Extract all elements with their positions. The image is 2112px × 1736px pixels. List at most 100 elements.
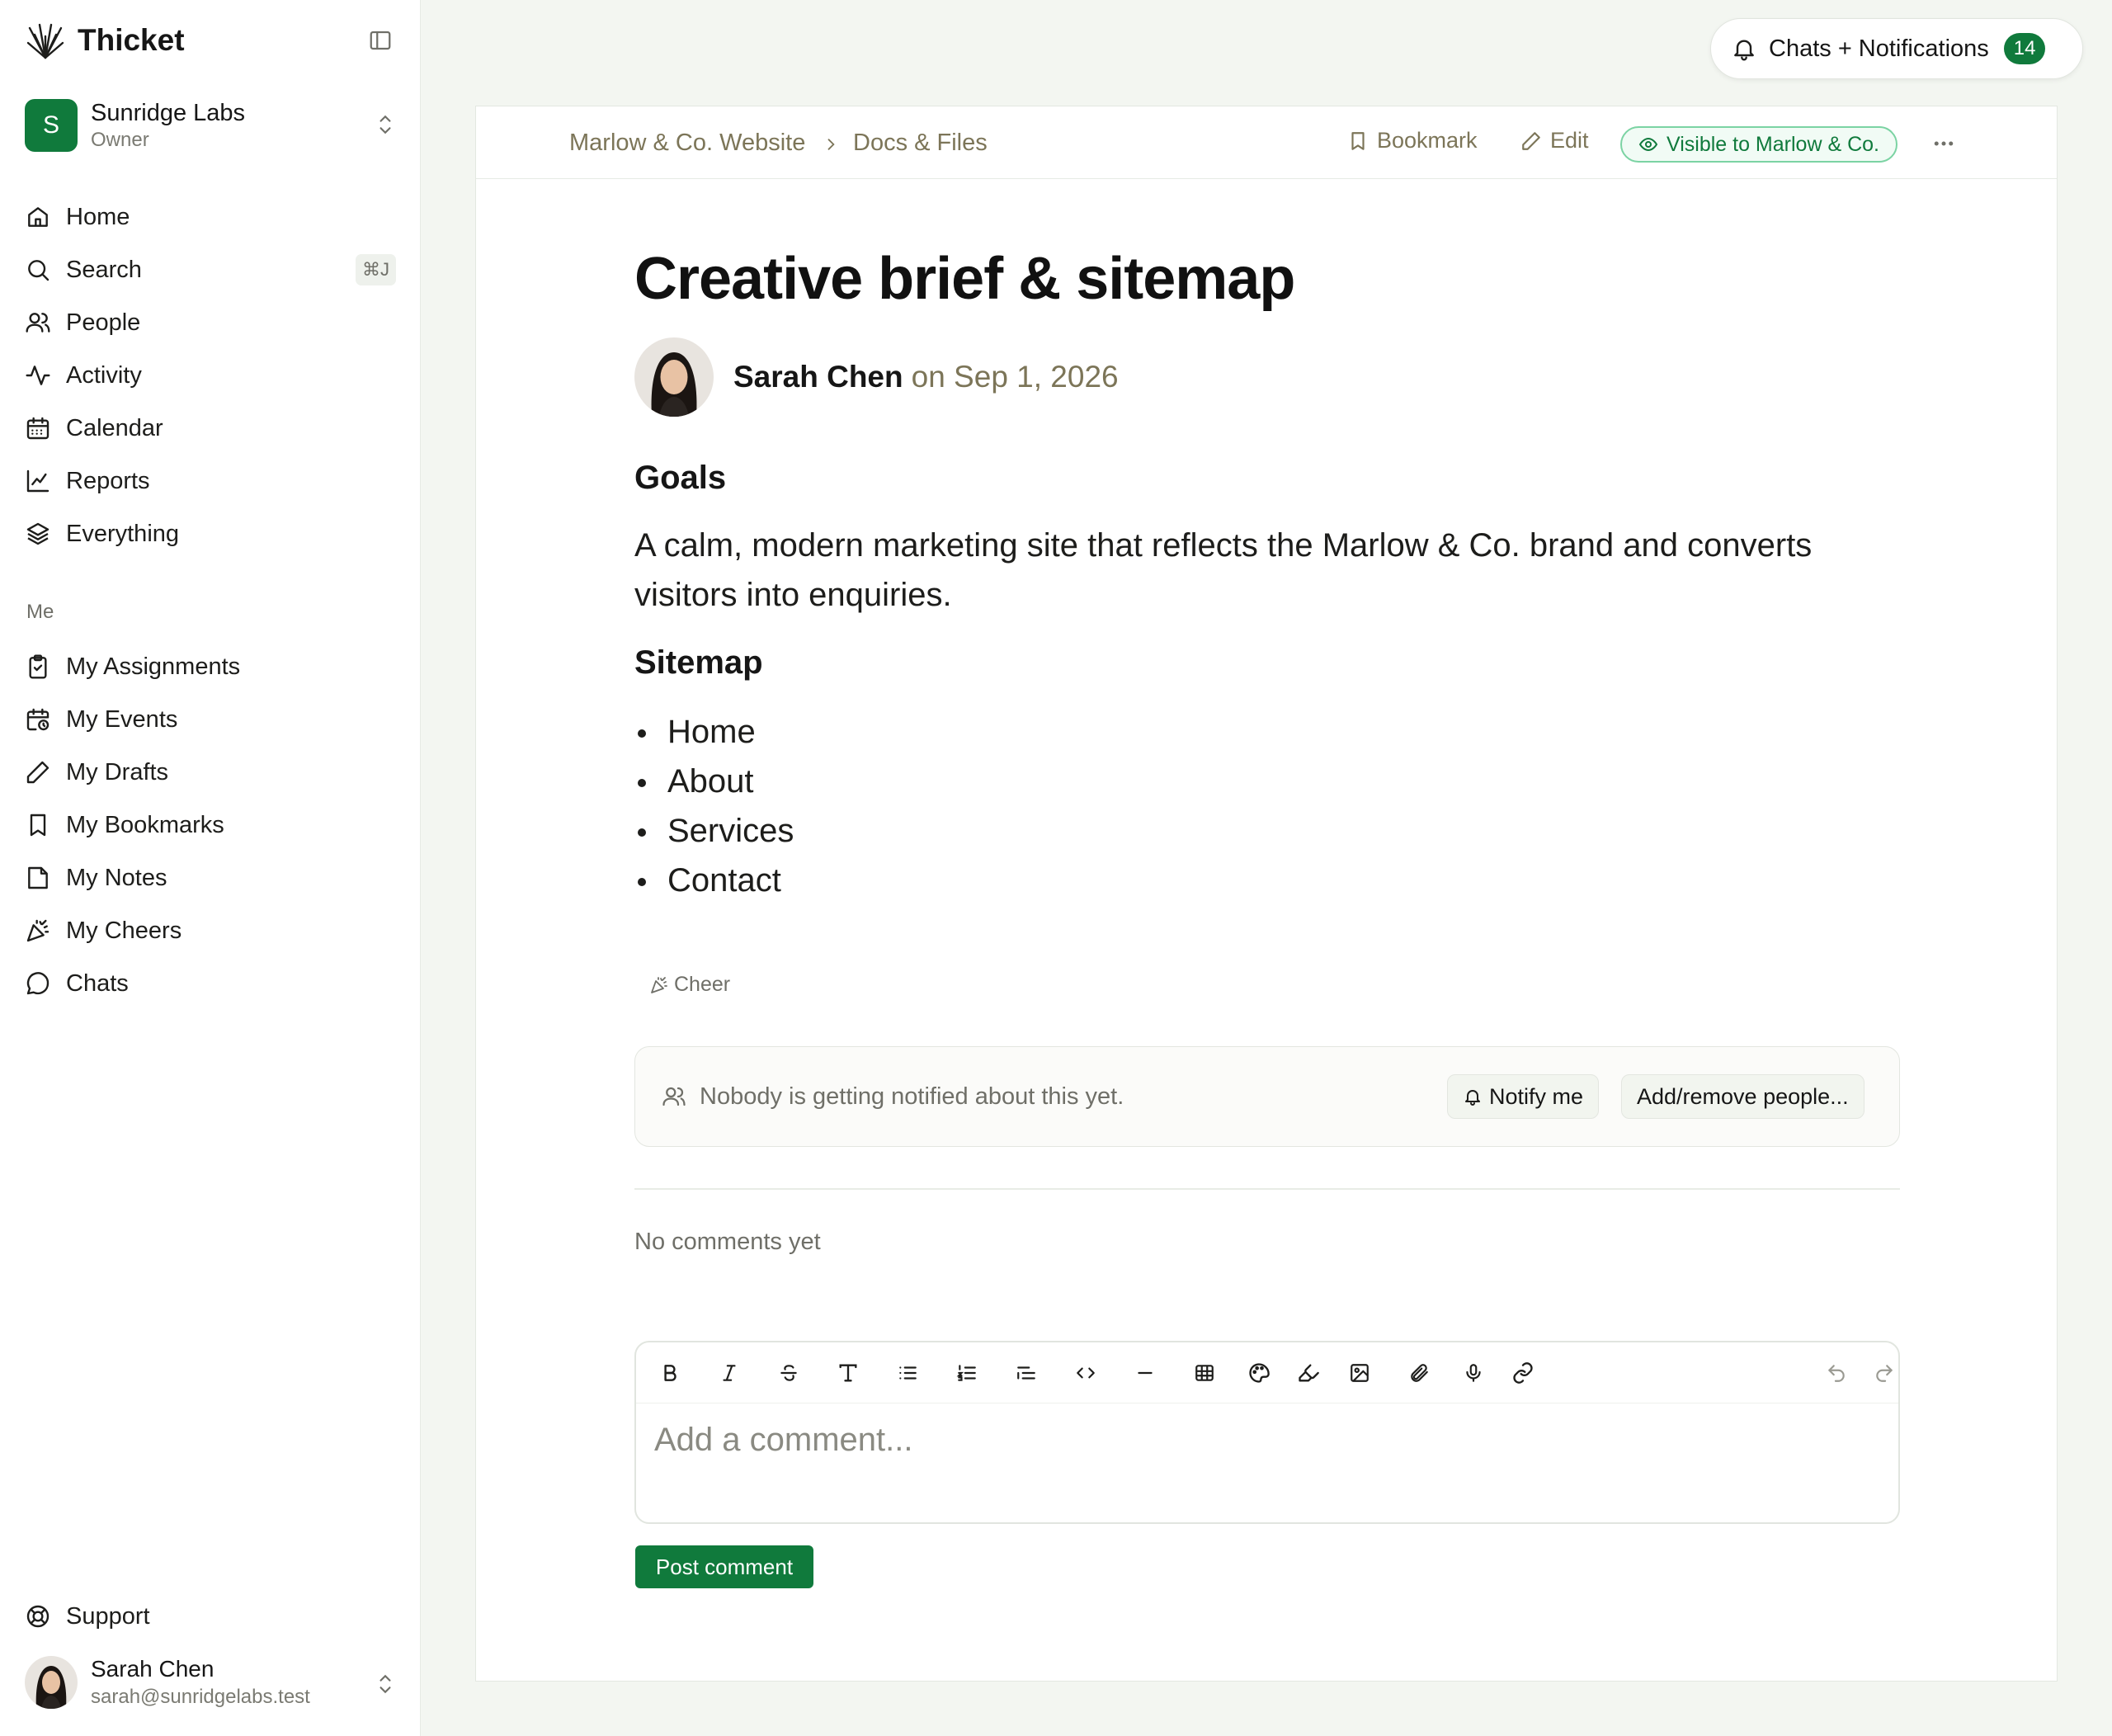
search-shortcut: ⌘J — [356, 254, 396, 285]
edit-button[interactable]: Edit — [1520, 128, 1589, 153]
palette-icon[interactable] — [1243, 1357, 1275, 1389]
sidebar-item-label: Activity — [66, 361, 142, 389]
sidebar-item-label: People — [66, 309, 141, 336]
undo-icon[interactable] — [1821, 1357, 1852, 1389]
goals-paragraph: A calm, modern marketing site that refle… — [634, 527, 1813, 613]
breadcrumb-section[interactable]: Docs & Files — [853, 130, 988, 157]
chats-notifications-button[interactable]: Chats + Notifications 14 — [1710, 18, 2083, 79]
party-popper-icon — [25, 918, 51, 944]
indent-list-icon[interactable] — [1011, 1357, 1042, 1389]
sidebar-item-label: My Assignments — [66, 653, 241, 680]
microphone-icon[interactable] — [1458, 1357, 1489, 1389]
cheer-button[interactable]: Cheer — [649, 973, 730, 997]
sidebar-item-my-assignments[interactable]: My Assignments — [25, 643, 396, 691]
chart-line-icon — [25, 468, 51, 494]
sidebar-toggle-icon[interactable] — [368, 28, 396, 56]
post-comment-button[interactable]: Post comment — [635, 1545, 813, 1588]
sidebar-item-search[interactable]: Search ⌘J — [25, 246, 396, 294]
bell-icon — [1463, 1087, 1483, 1106]
visibility-label: Visible to Marlow & Co. — [1666, 132, 1879, 156]
document-card: Marlow & Co. Website Docs & Files Bookma… — [475, 106, 2058, 1682]
notify-me-label: Notify me — [1489, 1083, 1584, 1109]
table-icon[interactable] — [1189, 1357, 1220, 1389]
sidebar-item-reports[interactable]: Reports — [25, 457, 396, 505]
sidebar-item-label: Reports — [66, 467, 150, 494]
comment-editor: Add a comment... — [634, 1341, 1900, 1524]
user-avatar — [25, 1656, 78, 1709]
image-icon[interactable] — [1344, 1357, 1375, 1389]
breadcrumb-project[interactable]: Marlow & Co. Website — [569, 130, 805, 157]
text-heading-icon[interactable] — [832, 1357, 864, 1389]
bookmark-label: Bookmark — [1377, 128, 1478, 153]
bell-icon — [1731, 35, 1757, 62]
workspace-switcher[interactable]: S Sunridge Labs Owner — [25, 92, 396, 158]
edit-label: Edit — [1550, 128, 1589, 153]
strikethrough-icon[interactable] — [773, 1357, 804, 1389]
brand[interactable]: Thicket — [25, 20, 185, 61]
subscribers-message: Nobody is getting notified about this ye… — [700, 1083, 1124, 1110]
document-title: Creative brief & sitemap — [634, 246, 1295, 312]
notifications-count-badge: 14 — [2003, 33, 2046, 64]
sidebar-item-my-drafts[interactable]: My Drafts — [25, 748, 396, 796]
notifications-label: Chats + Notifications — [1769, 35, 1989, 62]
redo-icon[interactable] — [1869, 1357, 1900, 1389]
chat-bubble-icon — [25, 970, 51, 997]
sidebar-item-label: Calendar — [66, 414, 163, 441]
eye-icon — [1638, 134, 1658, 154]
highlighter-icon[interactable] — [1293, 1357, 1324, 1389]
sitemap-heading: Sitemap — [634, 644, 763, 681]
bookmark-icon — [1347, 130, 1369, 152]
sidebar-item-support[interactable]: Support — [25, 1592, 396, 1640]
comment-input[interactable]: Add a comment... — [654, 1422, 912, 1459]
home-icon — [25, 204, 51, 230]
list-item: Services — [634, 806, 794, 856]
bookmark-button[interactable]: Bookmark — [1347, 128, 1478, 153]
pencil-icon — [25, 759, 51, 785]
link-icon[interactable] — [1507, 1357, 1539, 1389]
bold-icon[interactable] — [654, 1357, 686, 1389]
visibility-badge[interactable]: Visible to Marlow & Co. — [1620, 126, 1898, 163]
author-name[interactable]: Sarah Chen — [733, 360, 903, 394]
sidebar-item-my-bookmarks[interactable]: My Bookmarks — [25, 801, 396, 849]
clipboard-check-icon — [25, 653, 51, 680]
bullet-list-icon[interactable] — [892, 1357, 923, 1389]
activity-icon — [25, 362, 51, 389]
sidebar-item-my-cheers[interactable]: My Cheers — [25, 907, 396, 955]
party-popper-icon — [649, 975, 669, 995]
numbered-list-icon[interactable] — [951, 1357, 983, 1389]
sidebar-item-people[interactable]: People — [25, 299, 396, 347]
sidebar-item-my-events[interactable]: My Events — [25, 696, 396, 743]
note-icon — [25, 865, 51, 891]
user-email: sarah@sunridgelabs.test — [91, 1686, 310, 1708]
sitemap-list: Home About Services Contact — [634, 707, 794, 905]
no-comments-text: No comments yet — [634, 1229, 821, 1255]
paperclip-icon[interactable] — [1403, 1357, 1435, 1389]
sidebar-item-home[interactable]: Home — [25, 193, 396, 241]
horizontal-rule-icon[interactable] — [1129, 1357, 1161, 1389]
cheer-label: Cheer — [674, 973, 731, 996]
sidebar-item-label: My Drafts — [66, 758, 169, 785]
sidebar-item-my-notes[interactable]: My Notes — [25, 854, 396, 902]
more-options-icon[interactable] — [1931, 131, 1956, 156]
notify-me-button[interactable]: Notify me — [1447, 1074, 1600, 1119]
user-menu[interactable]: Sarah Chen sarah@sunridgelabs.test — [25, 1653, 396, 1711]
sidebar-item-everything[interactable]: Everything — [25, 510, 396, 558]
sidebar-item-calendar[interactable]: Calendar — [25, 404, 396, 452]
section-label-me: Me — [26, 601, 54, 623]
chevron-right-icon — [823, 136, 839, 153]
document-topbar: Marlow & Co. Website Docs & Files Bookma… — [476, 106, 2057, 179]
sidebar-item-label: Search — [66, 256, 142, 283]
sidebar-item-label: Support — [66, 1602, 150, 1630]
people-icon — [662, 1084, 686, 1109]
list-item: Contact — [634, 856, 794, 905]
people-icon — [25, 309, 51, 336]
italic-icon[interactable] — [714, 1357, 745, 1389]
sidebar-item-label: My Events — [66, 705, 178, 733]
sidebar-item-label: Chats — [66, 969, 129, 997]
sidebar-item-activity[interactable]: Activity — [25, 351, 396, 399]
sidebar-item-label: My Bookmarks — [66, 811, 224, 838]
layers-icon — [25, 521, 51, 547]
code-icon[interactable] — [1070, 1357, 1101, 1389]
sidebar-item-chats[interactable]: Chats — [25, 960, 396, 1007]
add-remove-people-button[interactable]: Add/remove people... — [1621, 1074, 1864, 1119]
